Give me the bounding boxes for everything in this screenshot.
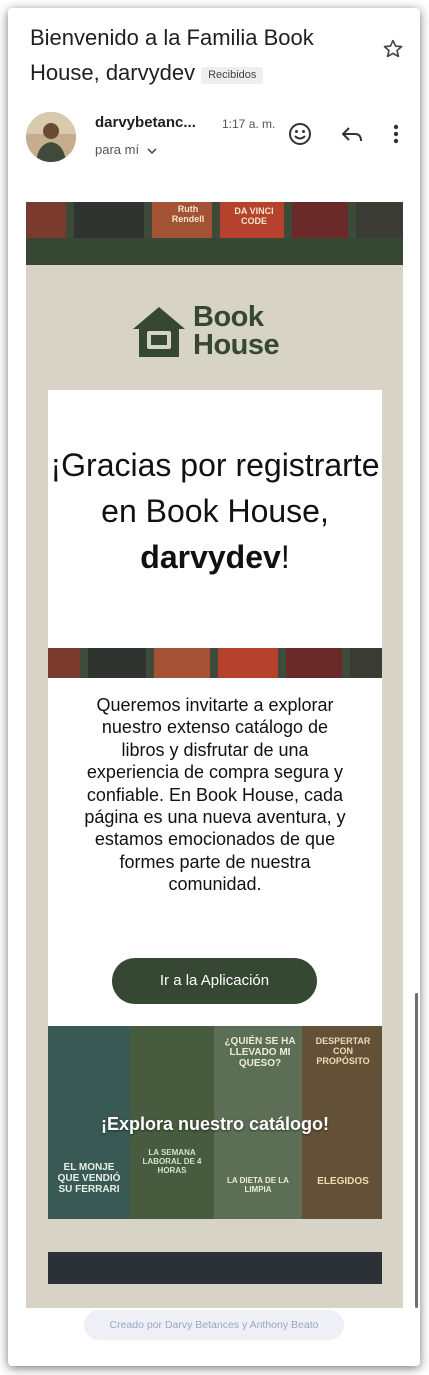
star-icon[interactable] — [382, 38, 404, 60]
catalog-banner[interactable]: ¿QUIÉN SE HA LLEVADO MI QUESO? DESPERTAR… — [48, 1026, 382, 1219]
message-card: Queremos invitarte a explorar nuestro ex… — [48, 678, 382, 1026]
book-title-7: LA DIETA DE LA LIMPIA — [227, 1176, 289, 1194]
open-app-button[interactable]: Ir a la Aplicación — [112, 958, 317, 1004]
logo-line-1: Book — [193, 301, 264, 333]
books-divider-strip — [48, 648, 382, 678]
phone-screen: Bienvenido a la Familia Book House, darv… — [8, 8, 420, 1366]
house-icon — [133, 307, 185, 357]
book-title-2: DA VINCI CODE — [234, 206, 274, 226]
chevron-down-icon — [147, 147, 157, 154]
logo-line-2: House — [193, 329, 280, 361]
logo-text: Book House — [193, 301, 280, 361]
headline-username: darvydev — [140, 539, 281, 575]
email-body: Ruth Rendell DA VINCI CODE Book House ¡G… — [26, 202, 403, 1308]
credits-footer: Creado por Darvy Betances y Anthony Beat… — [84, 1310, 344, 1340]
reply-icon[interactable] — [338, 120, 366, 148]
book-title-6: LA SEMANA LABORAL DE 4 HORAS — [142, 1148, 202, 1175]
catalog-banner-text: ¡Explora nuestro catálogo! — [100, 1114, 330, 1134]
subject-text: Bienvenido a la Familia Book House, darv… — [30, 25, 314, 85]
inbox-label-chip[interactable]: Recibidos — [201, 67, 264, 84]
email-time: 1:17 a. m. — [222, 117, 276, 131]
book-house-logo: Book House — [129, 301, 304, 361]
sender-name[interactable]: darvybetanc... — [95, 114, 196, 131]
headline-lead: ¡Gracias por registrarte en Book House, — [50, 447, 380, 529]
headline-end: ! — [280, 539, 290, 575]
recipient-toggle[interactable]: para mí — [95, 142, 158, 157]
scrollbar[interactable] — [415, 993, 418, 1308]
welcome-headline: ¡Gracias por registrarte en Book House, … — [48, 442, 382, 580]
books-banner-strip: Ruth Rendell DA VINCI CODE — [26, 202, 403, 238]
book-title-4: DESPERTAR CON PROPÓSITO — [315, 1036, 371, 1066]
footer-dark-bar — [48, 1252, 382, 1284]
avatar[interactable] — [26, 112, 76, 162]
email-subject: Bienvenido a la Familia Book House, darv… — [30, 20, 360, 90]
emoji-icon[interactable] — [286, 120, 314, 148]
book-title-3: ¿QUIÉN SE HA LLEVADO MI QUESO? — [224, 1036, 296, 1069]
book-title-1: Ruth Rendell — [171, 204, 205, 224]
more-vert-icon[interactable] — [382, 120, 410, 148]
book-title-5: EL MONJE QUE VENDIÓ SU FERRARI — [57, 1162, 121, 1195]
welcome-message: Queremos invitarte a explorar nuestro ex… — [84, 695, 346, 895]
book-title-8: ELEGIDOS — [317, 1176, 369, 1187]
welcome-card: ¡Gracias por registrarte en Book House, … — [48, 390, 382, 650]
header-green-bar — [26, 238, 403, 265]
recipient-label: para mí — [95, 142, 140, 157]
